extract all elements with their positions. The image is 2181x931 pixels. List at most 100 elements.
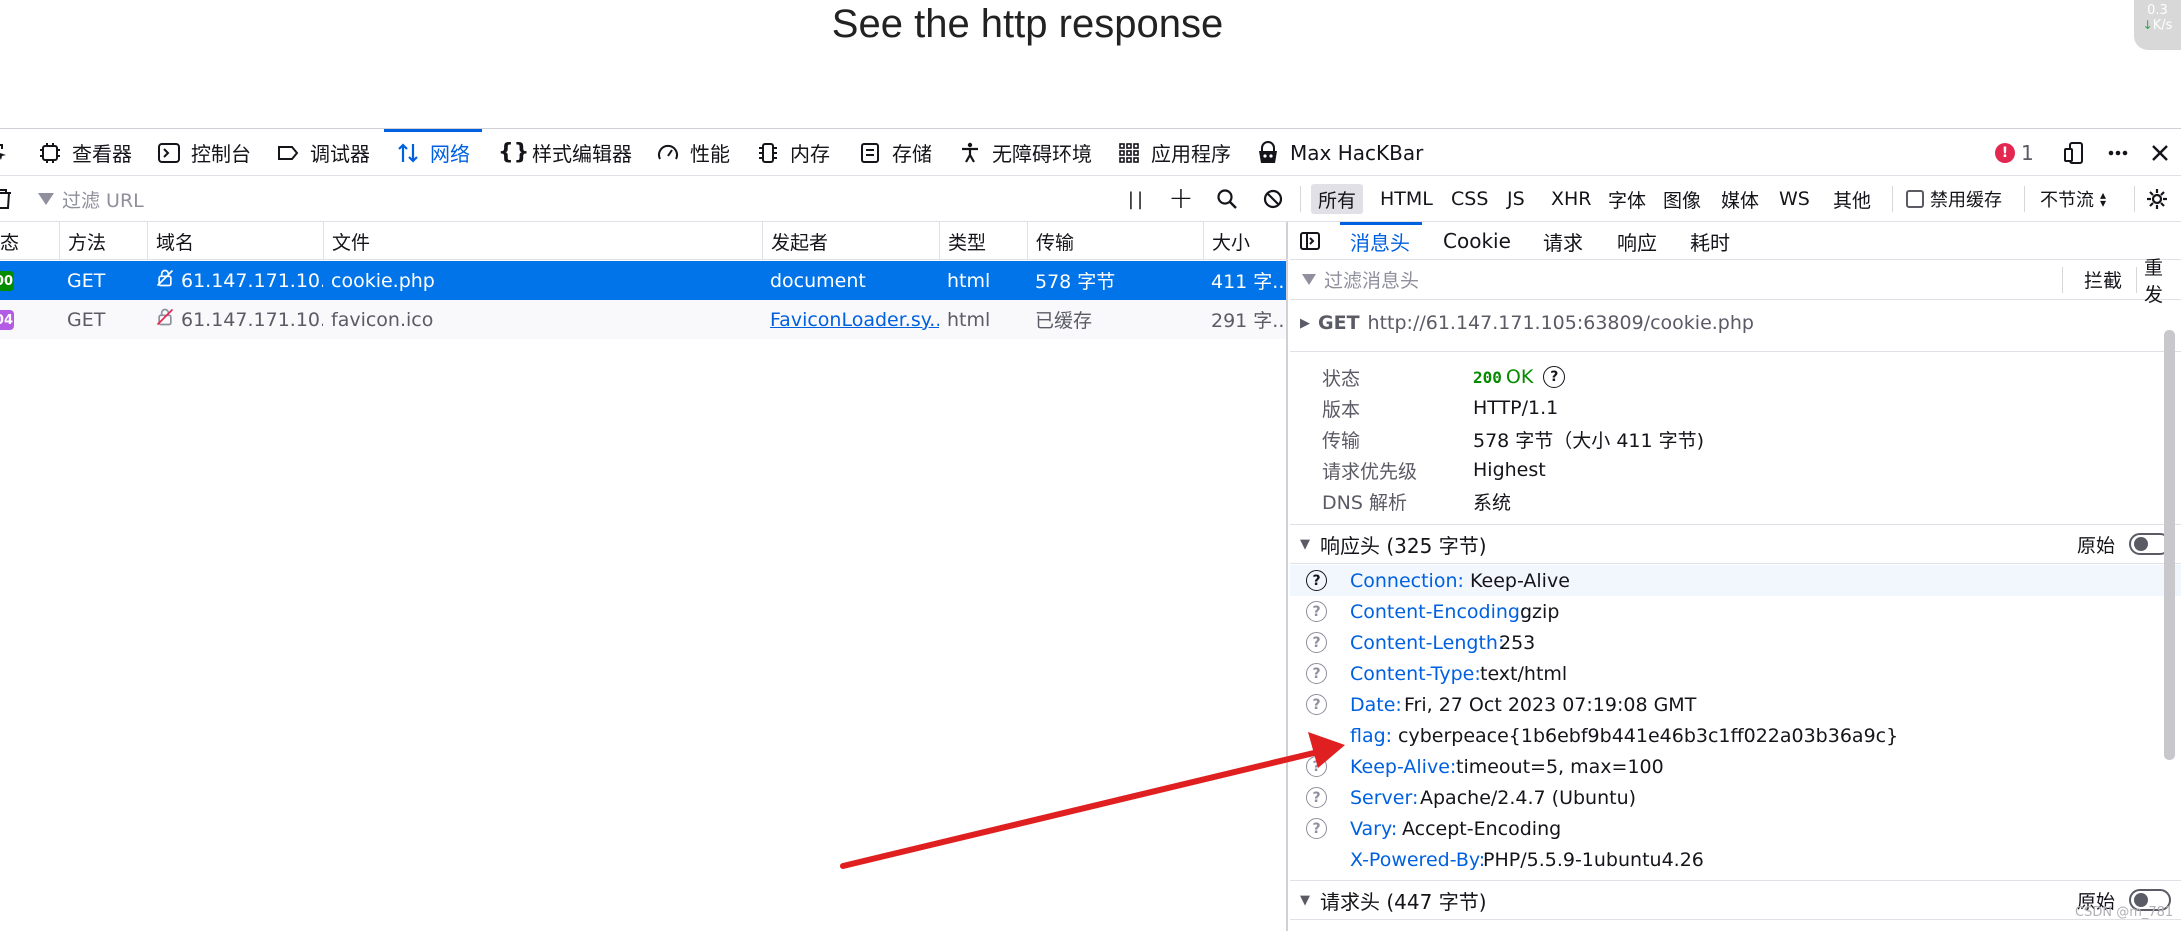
more-options-button[interactable] [2106,129,2130,176]
initiator-link[interactable]: FaviconLoader.sy... [770,309,939,331]
tab-console[interactable]: 控制台 [157,129,251,176]
help-icon[interactable]: ? [1306,818,1327,839]
tab-accessibility[interactable]: 无障碍环境 [958,129,1092,176]
header-value: text/html [1480,662,1568,685]
request-row[interactable]: 00 GET 61.147.171.10... cookie.php docum… [0,261,1286,300]
tab-response[interactable]: 响应 [1617,222,1657,260]
response-header-row[interactable]: ? Content-Length: 253 [1290,627,2181,658]
close-devtools-button[interactable] [2148,129,2172,176]
tab-application[interactable]: 应用程序 [1117,129,1231,176]
tab-performance[interactable]: 性能 [656,129,730,176]
clear-requests-button[interactable] [0,176,12,222]
pause-button[interactable]: || [1122,176,1152,222]
header-value: PHP/5.5.9-1ubuntu4.26 [1483,848,1704,871]
insecure-lock-icon [155,268,175,293]
cell-method: GET [67,269,106,292]
help-icon[interactable]: ? [1306,632,1327,653]
column-header-file[interactable]: 文件 [323,222,762,260]
element-picker-button[interactable] [0,129,10,176]
column-header-status[interactable]: 态 [0,222,59,260]
request-line[interactable]: ▶ GET http://61.147.171.105:63809/cookie… [1300,308,1754,338]
tab-storage[interactable]: 存储 [858,129,932,176]
tab-style-editor[interactable]: {} 样式编辑器 [498,129,632,176]
responsive-design-button[interactable] [2062,129,2086,176]
column-header-transfer[interactable]: 传输 [1027,222,1203,260]
toggle-sidebar-button[interactable] [1298,222,1322,260]
help-icon[interactable]: ? [1306,570,1327,591]
column-header-size[interactable]: 大小 [1203,222,1288,260]
response-header-row[interactable]: ? Content-Encoding: gzip [1290,596,2181,627]
response-header-row[interactable]: ? Server: Apache/2.4.7 (Ubuntu) [1290,782,2181,813]
tab-headers[interactable]: 消息头 [1340,222,1422,260]
domain-text: 61.147.171.10... [181,269,323,292]
summary-value: HTTP/1.1 [1473,397,1559,419]
tab-inspector[interactable]: 查看器 [38,129,132,176]
block-requests-button[interactable] [1258,176,1288,222]
type-filter-all[interactable]: 所有 [1311,184,1364,214]
summary-value: Highest [1473,459,1546,481]
column-header-method[interactable]: 方法 [59,222,147,260]
summary-value: 200 OK ? [1473,366,1566,388]
tab-network[interactable]: 网络 [384,129,482,176]
tab-max-hackbar[interactable]: Max HacKBar [1256,129,1423,176]
tab-label: 调试器 [310,142,370,166]
type-filter-other[interactable]: 其他 [1826,184,1878,214]
throttle-value: 不节流 [2040,190,2094,211]
help-icon[interactable]: ? [1306,694,1327,715]
response-header-row[interactable]: ? Date: Fri, 27 Oct 2023 07:19:08 GMT [1290,689,2181,720]
response-header-row[interactable]: X-Powered-By: PHP/5.5.9-1ubuntu4.26 [1290,844,2181,875]
request-headers-section[interactable]: ▼ 请求头 (447 字节) 原始 [1290,880,2181,920]
cell-initiator[interactable]: FaviconLoader.sy... [762,300,939,339]
help-icon[interactable]: ? [1306,663,1327,684]
tab-cookies[interactable]: Cookie [1443,222,1511,260]
headers-filter-input[interactable]: 过滤消息头 [1302,266,1419,293]
type-filter-js[interactable]: JS [1500,184,1532,214]
search-button[interactable] [1212,176,1242,222]
help-icon[interactable]: ? [1543,366,1566,388]
help-icon[interactable]: ? [1306,756,1327,777]
type-filter-css[interactable]: CSS [1444,184,1495,214]
block-button[interactable]: 拦截 [2084,266,2122,293]
response-headers-section[interactable]: ▼ 响应头 (325 字节) 原始 [1290,524,2181,564]
response-header-row[interactable]: ? Connection: Keep-Alive [1290,565,2181,596]
url-filter-input[interactable]: 过滤 URL [38,176,144,222]
type-filter-media[interactable]: 媒体 [1714,184,1766,214]
column-header-initiator[interactable]: 发起者 [762,222,939,260]
divider [2024,186,2025,212]
download-arrow-icon: ↓ [2142,18,2153,32]
resend-button[interactable]: 重发 [2144,253,2181,307]
summary-transfer: 传输 578 字节（大小 411 字节) [1322,424,1704,454]
status-code: 200 [1473,367,1502,387]
throttle-select[interactable]: 不节流 ▴ ▾ [2040,176,2106,222]
response-header-row[interactable]: ? Vary: Accept-Encoding [1290,813,2181,844]
column-header-type[interactable]: 类型 [939,222,1027,260]
type-filter-html[interactable]: HTML [1373,184,1440,214]
network-settings-button[interactable] [2142,176,2172,222]
watermark: CSDN @m_781 [2075,905,2174,920]
header-name: Content-Type: [1350,662,1481,685]
checkbox-icon [1906,190,1924,208]
divider [2134,186,2135,212]
add-request-button[interactable]: + [1166,176,1196,222]
pause-icon: || [1127,188,1147,210]
type-filter-images[interactable]: 图像 [1656,184,1708,214]
column-header-domain[interactable]: 域名 [147,222,323,260]
type-filter-ws[interactable]: WS [1772,184,1817,214]
tab-memory[interactable]: 内存 [756,129,830,176]
response-header-row[interactable]: ? Keep-Alive: timeout=5, max=100 [1290,751,2181,782]
details-scrollbar[interactable] [2164,330,2175,760]
disable-cache-checkbox[interactable]: 禁用缓存 [1906,176,2002,222]
help-icon[interactable]: ? [1306,787,1327,808]
response-header-row[interactable]: ? Content-Type: text/html [1290,658,2181,689]
response-header-row-flag[interactable]: flag: cyberpeace{1b6ebf9b441e46b3c1ff022… [1290,720,2181,751]
tab-timings[interactable]: 耗时 [1690,222,1730,260]
type-filter-xhr[interactable]: XHR [1544,184,1599,214]
tab-request[interactable]: 请求 [1543,222,1583,260]
type-filter-fonts[interactable]: 字体 [1601,184,1653,214]
tab-debugger[interactable]: 调试器 [276,129,370,176]
request-row[interactable]: 04 GET 61.147.171.10... favicon.ico Favi… [0,300,1286,339]
summary-value: 系统 [1473,491,1512,514]
error-count[interactable]: ! 1 [1995,129,2034,176]
style-editor-icon: {} [498,139,530,165]
help-icon[interactable]: ? [1306,601,1327,622]
